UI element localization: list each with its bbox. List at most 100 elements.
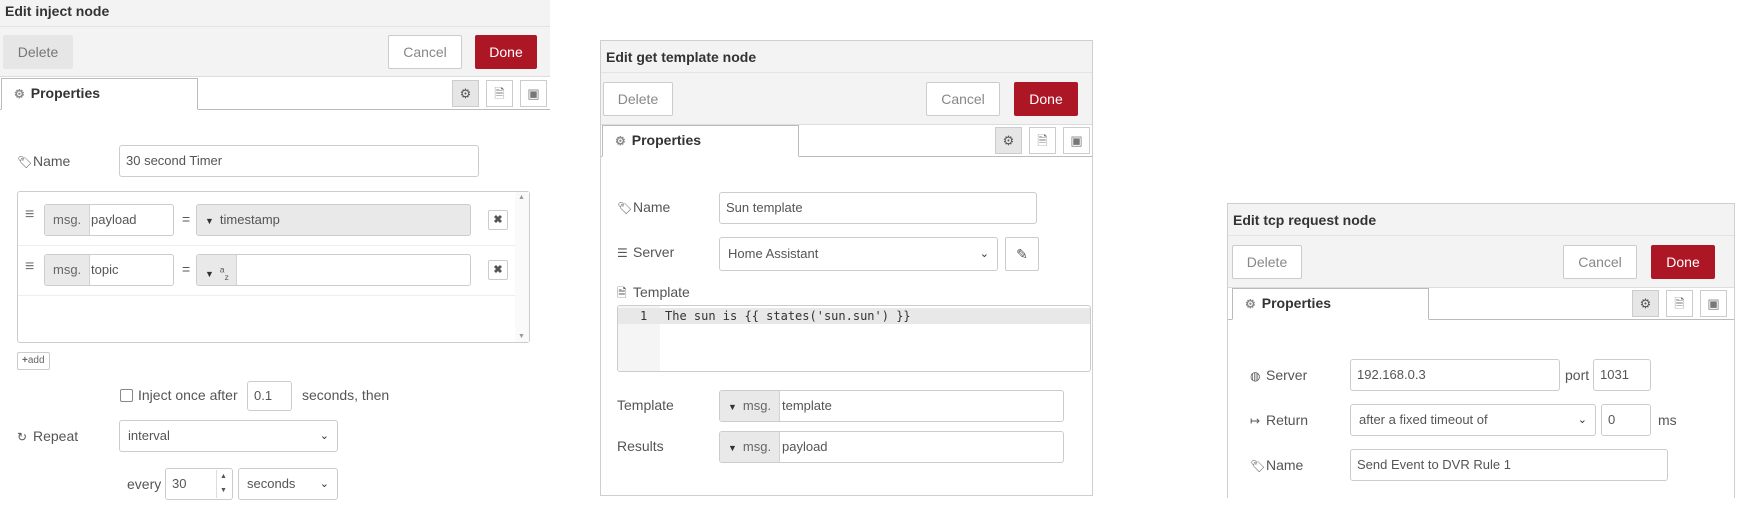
return-select-value: after a fixed timeout of	[1359, 412, 1488, 427]
delete-button[interactable]: Delete	[603, 82, 673, 116]
remove-row-icon[interactable]: ✖	[488, 260, 508, 280]
done-button[interactable]: Done	[1014, 82, 1078, 116]
appearance-tab-icon[interactable]: ▣	[520, 80, 547, 107]
remove-row-icon[interactable]: ✖	[488, 210, 508, 230]
delete-button[interactable]: Delete	[3, 35, 73, 69]
port-input[interactable]: 1031	[1593, 359, 1651, 391]
delete-button[interactable]: Delete	[1232, 245, 1302, 279]
return-label-text: Return	[1266, 412, 1309, 428]
template-prop-value: template	[782, 398, 832, 413]
msg-prefix: ▼ msg.	[720, 391, 781, 421]
tag-icon: 🏷	[617, 201, 633, 215]
dialog-title: Edit inject node	[0, 0, 550, 27]
inject-once-label: Inject once after	[138, 387, 238, 403]
ms-label: ms	[1658, 412, 1677, 428]
tab-label: Properties	[1261, 295, 1332, 311]
server-label: ☰ Server	[617, 244, 674, 260]
name-input[interactable]: Sun template	[719, 192, 1037, 224]
settings-tab-icon[interactable]: ⚙	[452, 80, 479, 107]
appearance-tab-icon[interactable]: ▣	[1063, 127, 1090, 154]
chevron-down-icon: ⌄	[1577, 414, 1587, 426]
name-label-text: Name	[633, 199, 671, 215]
name-label: 🏷Name	[617, 199, 670, 215]
every-input[interactable]: 30 ▲ ▼	[165, 468, 233, 500]
results-field[interactable]: ▼ msg. payload	[719, 431, 1064, 463]
return-select[interactable]: after a fixed timeout of ⌄	[1350, 404, 1596, 436]
dialog-toolbar: Delete Cancel Done	[601, 73, 1092, 125]
spinner-up-icon[interactable]: ▲	[216, 470, 230, 484]
repeat-select-value: interval	[128, 428, 170, 443]
property-value-field[interactable]: ▼ az	[196, 254, 471, 286]
dialog-toolbar: Delete Cancel Done	[0, 27, 550, 77]
units-select-value: seconds	[247, 476, 296, 491]
return-icon: ↦	[1250, 414, 1261, 428]
add-button[interactable]: +add	[17, 352, 50, 370]
spinner-down-icon[interactable]: ▼	[216, 484, 230, 498]
scroll-down-icon[interactable]: ▼	[518, 333, 525, 340]
units-select[interactable]: seconds ⌄	[238, 468, 338, 500]
done-button[interactable]: Done	[475, 35, 537, 69]
code-file-icon: 🗎	[617, 286, 627, 300]
property-value-field[interactable]: ▼ timestamp	[196, 204, 471, 236]
tab-label: Properties	[30, 85, 101, 101]
description-tab-icon[interactable]: 🗎	[486, 80, 513, 107]
done-button[interactable]: Done	[1651, 245, 1715, 279]
add-label: add	[27, 355, 45, 366]
property-name-field[interactable]: msg. payload	[44, 204, 174, 236]
property-name-field[interactable]: msg. topic	[44, 254, 174, 286]
dialog-title: Edit tcp request node	[1228, 204, 1734, 236]
name-label-text: Name	[1266, 457, 1304, 473]
description-tab-icon[interactable]: 🗎	[1029, 127, 1056, 154]
name-input[interactable]: 30 second Timer	[119, 145, 479, 177]
tag-icon: 🏷	[1250, 459, 1266, 473]
edit-server-button[interactable]: ✎	[1005, 237, 1039, 271]
property-key: topic	[91, 262, 119, 277]
server-label-text: Server	[633, 244, 675, 260]
template-prop-label: Template	[617, 397, 674, 413]
repeat-label-text: Repeat	[33, 428, 79, 444]
template-dialog: Edit get template node Delete Cancel Don…	[600, 40, 1093, 496]
drag-handle-icon[interactable]: ≡	[25, 206, 34, 224]
string-type-icon-z: z	[224, 272, 229, 283]
description-tab-icon[interactable]: 🗎	[1666, 290, 1693, 317]
name-label: 🏷Name	[1250, 457, 1303, 473]
list-scrollbar[interactable]: ▲ ▼	[515, 192, 529, 342]
msg-prefix-text: msg.	[742, 398, 772, 413]
caret-down-icon: ▼	[728, 402, 737, 412]
appearance-tab-icon[interactable]: ▣	[1700, 290, 1727, 317]
settings-tab-icon[interactable]: ⚙	[995, 127, 1022, 154]
drag-handle-icon[interactable]: ≡	[25, 258, 34, 276]
name-label-text: Name	[33, 153, 71, 169]
equals-label: =	[182, 211, 191, 227]
tab-properties[interactable]: ⚙ Properties	[602, 125, 799, 157]
property-value: ▼ timestamp	[205, 205, 280, 235]
tab-properties[interactable]: ⚙ Properties	[1, 78, 198, 110]
caret-down-icon: ▼	[728, 443, 737, 453]
server-select[interactable]: Home Assistant ⌄	[719, 237, 998, 271]
return-label: ↦ Return	[1250, 412, 1308, 428]
template-prop-field[interactable]: ▼ msg. template	[719, 390, 1064, 422]
timeout-input[interactable]: 0	[1601, 404, 1651, 436]
type-selector[interactable]: ▼ az	[197, 255, 237, 285]
cancel-button[interactable]: Cancel	[388, 35, 462, 69]
code-editor[interactable]: 1 The sun is {{ states('sun.sun') }}	[617, 305, 1091, 372]
tab-properties[interactable]: ⚙ Properties	[1232, 288, 1429, 320]
inject-once-checkbox[interactable]	[120, 389, 133, 402]
repeat-select[interactable]: interval ⌄	[119, 420, 338, 452]
msg-prefix: ▼ msg.	[720, 432, 781, 462]
every-value: 30	[172, 476, 187, 491]
name-input[interactable]: Send Event to DVR Rule 1	[1350, 449, 1668, 481]
chevron-down-icon: ⌄	[979, 248, 989, 260]
cancel-button[interactable]: Cancel	[926, 82, 1000, 116]
cancel-button[interactable]: Cancel	[1563, 245, 1637, 279]
string-type-icon: az	[220, 265, 229, 283]
name-label: 🏷Name	[17, 153, 70, 169]
scroll-up-icon[interactable]: ▲	[518, 194, 525, 201]
server-label: ◍ Server	[1250, 367, 1307, 383]
msg-prefix-text: msg.	[742, 439, 772, 454]
settings-tab-icon[interactable]: ⚙	[1632, 290, 1659, 317]
msg-prefix: msg.	[45, 255, 91, 285]
dialog-title: Edit get template node	[601, 41, 1092, 73]
server-host-input[interactable]: 192.168.0.3	[1350, 359, 1560, 391]
inject-once-delay-input[interactable]: 0.1	[247, 381, 292, 411]
